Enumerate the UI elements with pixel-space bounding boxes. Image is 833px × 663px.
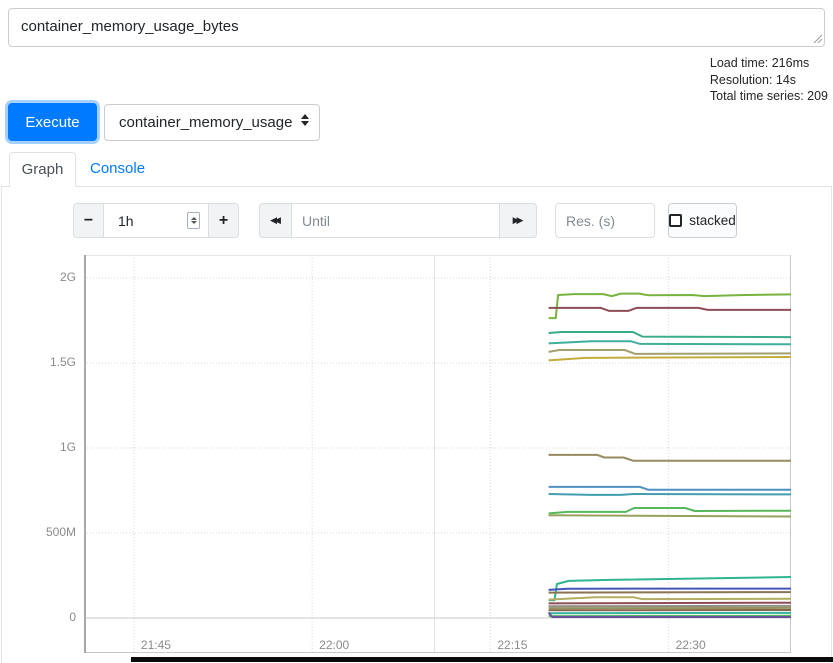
until-input[interactable] — [292, 203, 499, 238]
minus-icon: − — [84, 213, 93, 229]
plot-area[interactable] — [84, 255, 791, 653]
metric-select-value: container_memory_usage — [119, 114, 292, 131]
rewind-icon: ◀◀ — [270, 215, 281, 226]
total-time-series: Total time series: 209 — [710, 88, 828, 105]
time-forward-button[interactable]: ▶▶ — [499, 203, 537, 238]
execute-button[interactable]: Execute — [8, 103, 97, 141]
resolution-input[interactable] — [555, 203, 655, 238]
y-tick-label: 2G — [0, 270, 76, 284]
tab-graph[interactable]: Graph — [9, 152, 76, 187]
y-tick-label: 1.5G — [0, 355, 76, 369]
checkbox-icon — [669, 214, 682, 227]
y-tick-label: 0 — [0, 610, 76, 624]
y-tick-label: 500M — [0, 525, 76, 539]
range-decrease-button[interactable]: − — [73, 203, 104, 238]
load-time: Load time: 216ms — [710, 55, 828, 72]
stacked-toggle-button[interactable]: stacked — [668, 203, 737, 238]
range-increase-button[interactable]: + — [208, 203, 239, 238]
stepper-icon[interactable] — [187, 212, 200, 229]
stacked-label: stacked — [689, 213, 736, 228]
time-back-button[interactable]: ◀◀ — [259, 203, 292, 238]
tab-console[interactable]: Console — [90, 160, 145, 177]
range-input[interactable]: 1h — [104, 203, 208, 238]
plus-icon: + — [219, 213, 228, 229]
prometheus-expression-browser: Load time: 216ms Resolution: 14s Total t… — [0, 0, 833, 663]
query-stats: Load time: 216ms Resolution: 14s Total t… — [710, 55, 828, 105]
tabs-divider — [1, 186, 832, 187]
query-input[interactable] — [8, 8, 825, 47]
range-value: 1h — [118, 213, 134, 229]
select-updown-icon — [301, 114, 309, 126]
forward-icon: ▶▶ — [513, 215, 524, 226]
resolution: Resolution: 14s — [710, 72, 828, 89]
bottom-black-bar — [131, 657, 833, 662]
y-tick-label: 1G — [0, 440, 76, 454]
metric-select[interactable]: container_memory_usage — [104, 104, 320, 141]
